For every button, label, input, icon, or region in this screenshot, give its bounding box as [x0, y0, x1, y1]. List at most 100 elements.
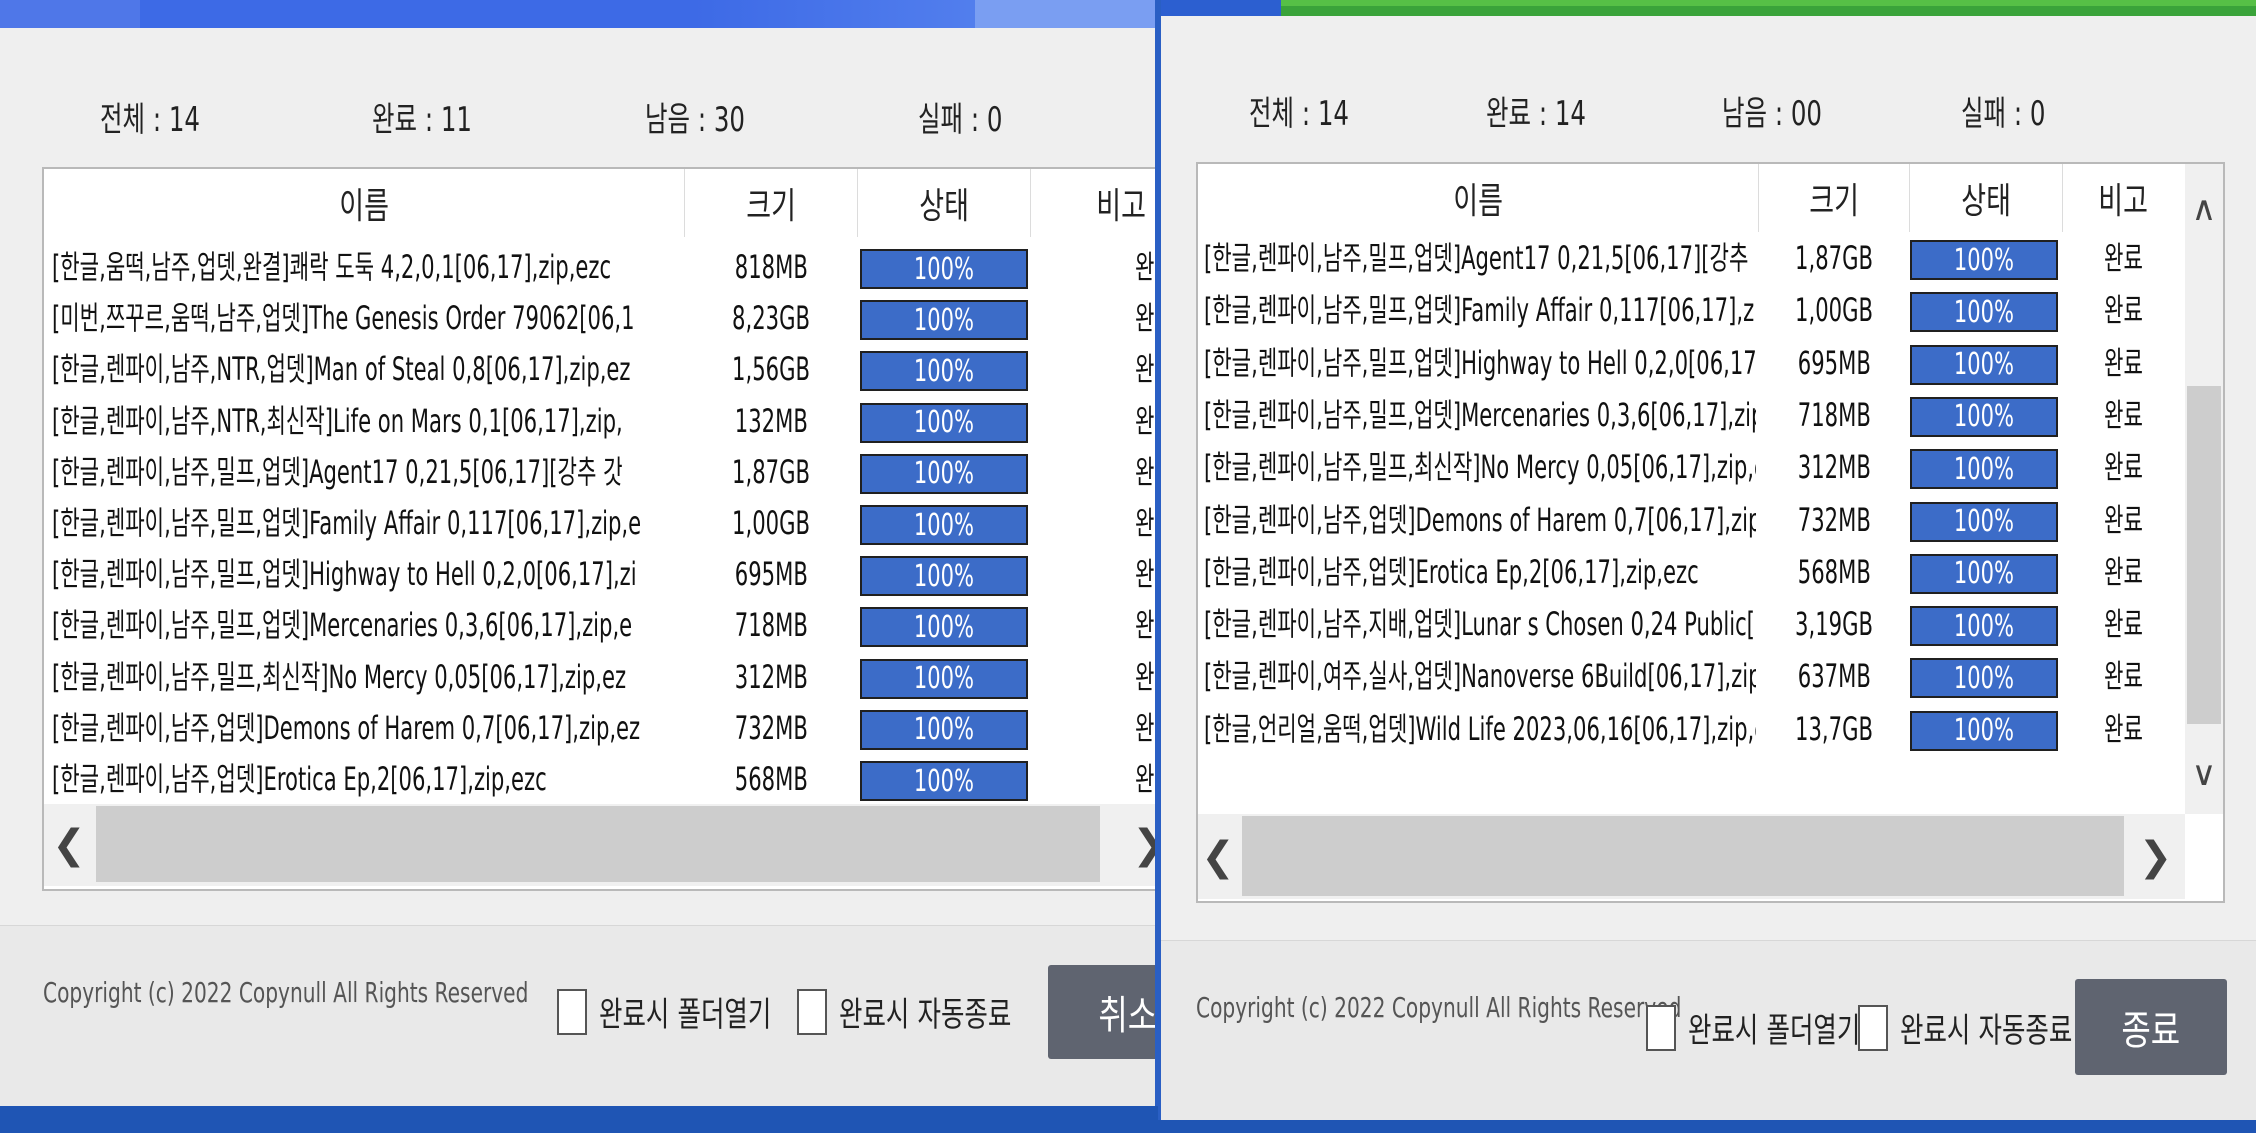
open-folder-label: 완료시 폴더열기: [599, 995, 772, 1035]
progress-percent: 100%: [1953, 347, 2015, 383]
file-name: [한글,렌파이,남주,밀프,최신작]No Mercy 0,05[06,17],z…: [1204, 448, 1756, 487]
column-header-name[interactable]: 이름: [44, 169, 685, 237]
progress-percent: 100%: [913, 405, 975, 441]
scroll-left-icon[interactable]: ❮: [1198, 814, 1238, 899]
table-row[interactable]: [한글,렌파이,남주,업뎃]Demons of Harem 0,7[06,17]…: [1198, 494, 2185, 546]
table-row[interactable]: [한글,렌파이,남주,NTR,업뎃]Man of Steal 0,8[06,17…: [44, 343, 1155, 395]
progress-bar: 100%: [1910, 710, 2058, 751]
table-row[interactable]: [한글,렌파이,남주,업뎃]Erotica Ep,2[06,17],zip,ez…: [44, 753, 1155, 805]
progress-bar: 100%: [1910, 553, 2058, 594]
table-row[interactable]: [한글,렌파이,남주,업뎃]Erotica Ep,2[06,17],zip,ez…: [1198, 546, 2185, 598]
checkbox-box[interactable]: [797, 988, 827, 1035]
progress-bar: 100%: [1910, 240, 2058, 280]
table-row[interactable]: [한글,렌파이,남주,밀프,업뎃]Agent17 0,21,5[06,17][강…: [1198, 232, 2185, 284]
table-row[interactable]: [한글,움떡,남주,업뎃,완결]쾌락 도둑 4,2,0,1[06,17],zip…: [44, 241, 1155, 293]
table-row[interactable]: [한글,렌파이,남주,밀프,최신작]No Mercy 0,05[06,17],z…: [1198, 441, 2185, 493]
column-header-note[interactable]: 비고: [1031, 169, 1155, 237]
file-note: 완료: [1134, 299, 1155, 338]
table-row[interactable]: [한글,언리얼,움떡,업뎃]Wild Life 2023,06,16[06,17…: [1198, 703, 2185, 755]
file-note: 완료: [2103, 239, 2143, 277]
file-name: [한글,렌파이,여주,실사,업뎃]Nanoverse 6Build[06,17]…: [1204, 657, 1756, 696]
file-size: 312MB: [734, 657, 808, 696]
footer-bar: Copyright (c) 2022 Copynull All Rights R…: [1161, 940, 2256, 1120]
table-row[interactable]: [한글,렌파이,남주,밀프,업뎃]Family Affair 0,117[06,…: [44, 497, 1155, 549]
column-header-size[interactable]: 크기: [685, 169, 858, 237]
title-bar[interactable]: [1161, 0, 2256, 16]
file-note: 완료: [1134, 504, 1155, 542]
progress-percent: 100%: [913, 558, 975, 594]
file-list[interactable]: 이름 크기 상태 비고 [한글,렌파이,남주,밀프,업뎃]Agent17 0,2…: [1196, 162, 2225, 903]
scroll-up-icon[interactable]: ∧: [2185, 184, 2223, 234]
table-row[interactable]: [한글,렌파이,남주,업뎃]Demons of Harem 0,7[06,17]…: [44, 702, 1155, 754]
column-header-note[interactable]: 비고: [2063, 164, 2183, 232]
file-note: 완료: [2103, 605, 2143, 644]
file-note: 완료: [2103, 709, 2143, 748]
file-note: 완료: [2103, 448, 2143, 487]
checkbox-box[interactable]: [1858, 1004, 1888, 1051]
checkbox-box[interactable]: [1646, 1004, 1676, 1051]
table-row[interactable]: [한글,렌파이,남주,밀프,업뎃]Mercenaries 0,3,6[06,17…: [1198, 389, 2185, 441]
open-folder-checkbox[interactable]: 완료시 폴더열기: [557, 987, 829, 1036]
progress-bar: 100%: [860, 505, 1028, 545]
table-row[interactable]: [한글,렌파이,남주,지배,업뎃]Lunar s Chosen 0,24 Pub…: [1198, 598, 2185, 650]
scroll-left-icon[interactable]: ❮: [44, 804, 94, 886]
file-size: 8,23GB: [732, 299, 810, 338]
file-size: 695MB: [734, 555, 808, 594]
close-button[interactable]: 종료: [2075, 979, 2227, 1075]
progress-bar: 100%: [1910, 449, 2058, 490]
progress-percent: 100%: [1953, 294, 2015, 330]
file-name: [한글,렌파이,남주,밀프,업뎃]Family Affair 0,117[06,…: [1204, 291, 1756, 330]
horizontal-scrollbar[interactable]: ❮ ❯: [44, 804, 1155, 886]
progress-percent: 100%: [913, 302, 975, 338]
scrollbar-thumb[interactable]: [96, 806, 1100, 882]
progress-bar: 100%: [860, 351, 1028, 392]
table-row[interactable]: [한글,렌파이,남주,밀프,업뎃]Mercenaries 0,3,6[06,17…: [44, 599, 1155, 651]
scroll-right-icon[interactable]: ❯: [1124, 804, 1155, 886]
auto-close-checkbox[interactable]: 완료시 자동종료: [797, 987, 1069, 1036]
file-name: [한글,언리얼,움떡,업뎃]Wild Life 2023,06,16[06,17…: [1204, 709, 1756, 748]
title-bar[interactable]: [0, 0, 1155, 28]
progress-percent: 100%: [1953, 242, 2015, 278]
progress-percent: 100%: [1953, 556, 2015, 592]
vertical-scrollbar[interactable]: ∧ ∨: [2185, 164, 2223, 814]
progress-percent: 100%: [913, 661, 975, 697]
file-note: 완료: [1134, 708, 1155, 747]
title-bar-accent: [0, 0, 140, 28]
cancel-button[interactable]: 취소: [1048, 965, 1155, 1059]
progress-percent: 100%: [913, 507, 975, 543]
scroll-right-icon[interactable]: ❯: [2133, 814, 2178, 899]
progress-percent: 100%: [913, 763, 975, 799]
column-header-status[interactable]: 상태: [1910, 164, 2063, 232]
table-row[interactable]: [한글,렌파이,남주,밀프,업뎃]Agent17 0,21,5[06,17][강…: [44, 446, 1155, 498]
column-header-size[interactable]: 크기: [1759, 164, 1910, 232]
file-note: 완료: [1134, 606, 1155, 645]
footer-bar: Copyright (c) 2022 Copynull All Rights R…: [0, 925, 1155, 1106]
table-row[interactable]: [한글,렌파이,남주,NTR,최신작]Life on Mars 0,1[06,1…: [44, 395, 1155, 447]
auto-close-label: 완료시 자동종료: [1900, 1011, 2073, 1051]
table-row[interactable]: [한글,렌파이,남주,밀프,업뎃]Family Affair 0,117[06,…: [1198, 284, 2185, 336]
file-list[interactable]: 이름 크기 상태 비고 [한글,움떡,남주,업뎃,완결]쾌락 도둑 4,2,0,…: [42, 167, 1155, 891]
table-row[interactable]: [한글,렌파이,여주,실사,업뎃]Nanoverse 6Build[06,17]…: [1198, 650, 2185, 702]
horizontal-scrollbar[interactable]: ❮ ❯: [1198, 814, 2185, 899]
progress-bar: 100%: [860, 556, 1028, 597]
auto-close-label: 완료시 자동종료: [839, 995, 1012, 1035]
stat-done: 완료 : 14: [1486, 94, 1587, 134]
scrollbar-thumb[interactable]: [2187, 386, 2221, 724]
file-size: 1,56GB: [732, 350, 810, 389]
progress-percent: 100%: [1953, 713, 2015, 749]
column-header-status[interactable]: 상태: [858, 169, 1031, 237]
progress-bar: 100%: [860, 249, 1028, 289]
column-header-name[interactable]: 이름: [1198, 164, 1759, 232]
scroll-down-icon[interactable]: ∨: [2185, 749, 2223, 799]
checkbox-box[interactable]: [557, 988, 587, 1035]
file-name: [한글,움떡,남주,업뎃,완결]쾌락 도둑 4,2,0,1[06,17],zip…: [52, 248, 612, 286]
progress-percent: 100%: [913, 712, 975, 748]
table-row[interactable]: [한글,렌파이,남주,밀프,최신작]No Mercy 0,05[06,17],z…: [44, 651, 1155, 703]
open-folder-label: 완료시 폴더열기: [1688, 1011, 1861, 1051]
table-row[interactable]: [한글,렌파이,남주,밀프,업뎃]Highway to Hell 0,2,0[0…: [1198, 337, 2185, 389]
scrollbar-thumb[interactable]: [1242, 816, 2124, 896]
file-size: 1,00GB: [732, 504, 810, 542]
table-row[interactable]: [한글,렌파이,남주,밀프,업뎃]Highway to Hell 0,2,0[0…: [44, 548, 1155, 600]
table-row[interactable]: [미번,쯔꾸르,움떡,남주,업뎃]The Genesis Order 79062…: [44, 292, 1155, 344]
file-size: 695MB: [1797, 343, 1871, 382]
